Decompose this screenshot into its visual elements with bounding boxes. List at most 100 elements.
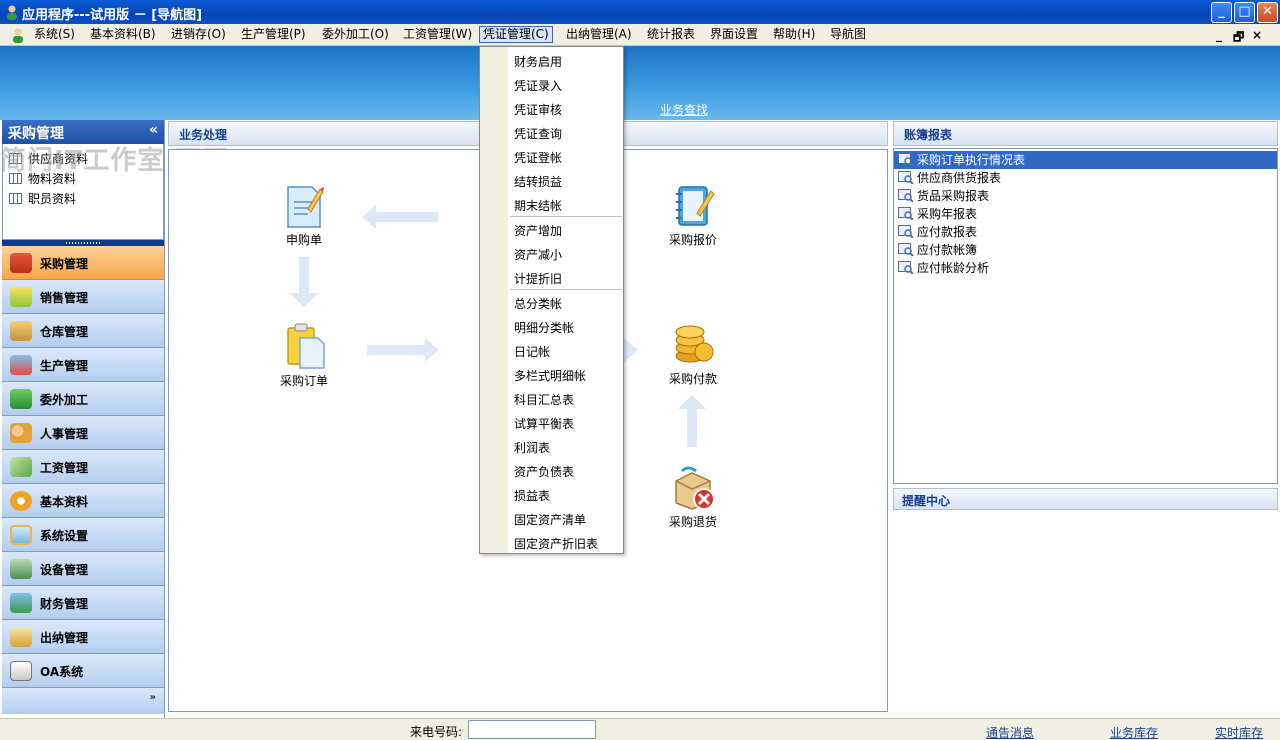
- minimize-button[interactable]: _: [1211, 2, 1232, 23]
- close-button[interactable]: ✕: [1257, 2, 1278, 23]
- menu-navigation[interactable]: 导航图: [827, 27, 869, 44]
- node-purchase-order[interactable]: 采购订单: [274, 322, 334, 389]
- report-icon: [898, 225, 914, 238]
- menu-item-voucher-review[interactable]: 凭证审核: [514, 101, 562, 118]
- menu-separator: [510, 216, 622, 217]
- menu-item-asset-add[interactable]: 资产增加: [514, 222, 562, 239]
- menu-item-carry-forward[interactable]: 结转损益: [514, 173, 562, 190]
- user-icon[interactable]: [10, 27, 26, 43]
- report-item-goods-purchase[interactable]: 货品采购报表: [894, 187, 1277, 205]
- module-warehouse[interactable]: 仓库管理: [2, 314, 164, 348]
- menu-item-trial-balance[interactable]: 试算平衡表: [514, 415, 574, 432]
- module-outsourcing[interactable]: 委外加工: [2, 382, 164, 416]
- report-item-order-execution[interactable]: 采购订单执行情况表: [894, 151, 1277, 169]
- left-panel-footer[interactable]: »: [2, 688, 164, 714]
- menu-basic-data[interactable]: 基本资料(B): [87, 27, 159, 44]
- sales-icon: [10, 287, 32, 307]
- status-bar: 来电号码: 通告消息 业务库存 实时库存: [0, 718, 1280, 740]
- mdi-close-button[interactable]: ×: [1252, 28, 1262, 42]
- module-oa[interactable]: OA系统: [2, 654, 164, 688]
- menu-item-fixed-asset-list[interactable]: 固定资产清单: [514, 511, 586, 528]
- tree-item-staff[interactable]: 职员资料: [3, 190, 163, 210]
- menu-item-general-ledger[interactable]: 总分类帐: [514, 295, 562, 312]
- arrow-up-icon: [678, 395, 706, 447]
- menu-interface[interactable]: 界面设置: [707, 27, 761, 44]
- module-basic-data[interactable]: 基本资料: [2, 484, 164, 518]
- expand-more-icon[interactable]: »: [150, 692, 156, 703]
- menu-item-depreciation[interactable]: 计提折旧: [514, 270, 562, 287]
- arrow-right-icon: [367, 338, 439, 362]
- menu-item-period-close[interactable]: 期末结帐: [514, 197, 562, 214]
- reminder-body: [893, 510, 1278, 716]
- menu-item-voucher-posting[interactable]: 凭证登帐: [514, 149, 562, 166]
- right-panel-header: 账簿报表: [893, 121, 1278, 146]
- module-payroll[interactable]: 工资管理: [2, 450, 164, 484]
- menu-item-multicolumn-ledger[interactable]: 多栏式明细帐: [514, 367, 586, 384]
- menu-voucher[interactable]: 凭证管理(C): [479, 26, 553, 43]
- module-hr[interactable]: 人事管理: [2, 416, 164, 450]
- menu-item-fixed-asset-depreciation[interactable]: 固定资产折旧表: [514, 535, 598, 552]
- outsourcing-icon: [10, 389, 32, 409]
- menu-reports[interactable]: 统计报表: [644, 27, 698, 44]
- report-item-payables-ledger[interactable]: 应付款帐簿: [894, 241, 1277, 259]
- node-purchase-payment[interactable]: 采购付款: [663, 322, 723, 387]
- module-purchase[interactable]: 采购管理: [2, 246, 164, 280]
- menu-payroll[interactable]: 工资管理(W): [400, 27, 475, 44]
- report-item-supplier-supply[interactable]: 供应商供货报表: [894, 169, 1277, 187]
- gear-icon: [10, 491, 32, 511]
- coins-icon: [675, 325, 714, 363]
- left-panel: 采购管理 « 供应商资料 物料资料 职员资料 采购管理 销售管理 仓库管理 生产…: [2, 120, 165, 718]
- menu-item-journal[interactable]: 日记帐: [514, 343, 550, 360]
- menu-cashier[interactable]: 出纳管理(A): [563, 27, 635, 44]
- mdi-minimize-button[interactable]: _: [1216, 28, 1222, 42]
- node-purchase-quote[interactable]: 采购报价: [663, 183, 723, 248]
- realtime-stock-link[interactable]: 实时库存: [1215, 724, 1263, 740]
- report-icon: [898, 243, 914, 256]
- caller-id-label: 来电号码:: [410, 725, 463, 739]
- finance-icon: [10, 593, 32, 613]
- menu-production[interactable]: 生产管理(P): [238, 27, 309, 44]
- menu-outsourcing[interactable]: 委外加工(O): [319, 27, 392, 44]
- report-icon: [898, 171, 914, 184]
- module-equipment[interactable]: 设备管理: [2, 552, 164, 586]
- people-icon: [10, 423, 32, 443]
- warehouse-icon: [10, 321, 32, 341]
- notice-link[interactable]: 通告消息: [986, 724, 1034, 740]
- quote-notebook-icon: [676, 186, 715, 226]
- clipboard-icon: [287, 323, 325, 369]
- node-purchase-request[interactable]: 申购单: [279, 183, 329, 248]
- menu-item-account-summary[interactable]: 科目汇总表: [514, 391, 574, 408]
- node-purchase-return[interactable]: 采购退货: [663, 463, 723, 530]
- menu-inventory[interactable]: 进销存(O): [168, 27, 229, 44]
- report-item-payables[interactable]: 应付款报表: [894, 223, 1277, 241]
- id-card-icon: [10, 661, 32, 681]
- module-system-settings[interactable]: 系统设置: [2, 518, 164, 552]
- maximize-button[interactable]: □: [1234, 2, 1255, 23]
- window-titlebar: 应用程序---试用版 － [导航图] _ □ ✕: [0, 0, 1280, 24]
- menu-item-balance-sheet[interactable]: 资产负债表: [514, 463, 574, 480]
- report-item-annual-purchase[interactable]: 采购年报表: [894, 205, 1277, 223]
- business-search-link[interactable]: 业务查找: [660, 101, 708, 118]
- menu-item-detail-ledger[interactable]: 明细分类帐: [514, 319, 574, 336]
- menu-item-asset-reduce[interactable]: 资产减小: [514, 246, 562, 263]
- module-production[interactable]: 生产管理: [2, 348, 164, 382]
- menu-help[interactable]: 帮助(H): [770, 27, 818, 44]
- arrow-down-icon: [290, 257, 318, 307]
- module-cashier[interactable]: 出纳管理: [2, 620, 164, 654]
- collapse-icon[interactable]: «: [149, 122, 158, 138]
- module-finance[interactable]: 财务管理: [2, 586, 164, 620]
- menu-bar: 系统(S) 基本资料(B) 进销存(O) 生产管理(P) 委外加工(O) 工资管…: [0, 24, 1280, 46]
- menu-item-voucher-entry[interactable]: 凭证录入: [514, 77, 562, 94]
- report-icon: [898, 189, 914, 202]
- report-item-aging-analysis[interactable]: 应付帐龄分析: [894, 259, 1277, 277]
- module-sales[interactable]: 销售管理: [2, 280, 164, 314]
- menu-system[interactable]: 系统(S): [31, 27, 78, 44]
- menu-item-voucher-query[interactable]: 凭证查询: [514, 125, 562, 142]
- business-stock-link[interactable]: 业务库存: [1110, 724, 1158, 740]
- caller-id-input[interactable]: [468, 720, 596, 739]
- reminder-header: 提醒中心: [893, 488, 1278, 510]
- menu-item-profit-statement[interactable]: 利润表: [514, 439, 550, 456]
- menu-item-income-statement[interactable]: 损益表: [514, 487, 550, 504]
- menu-item-finance-enable[interactable]: 财务启用: [514, 53, 562, 70]
- purchase-icon: [10, 253, 32, 273]
